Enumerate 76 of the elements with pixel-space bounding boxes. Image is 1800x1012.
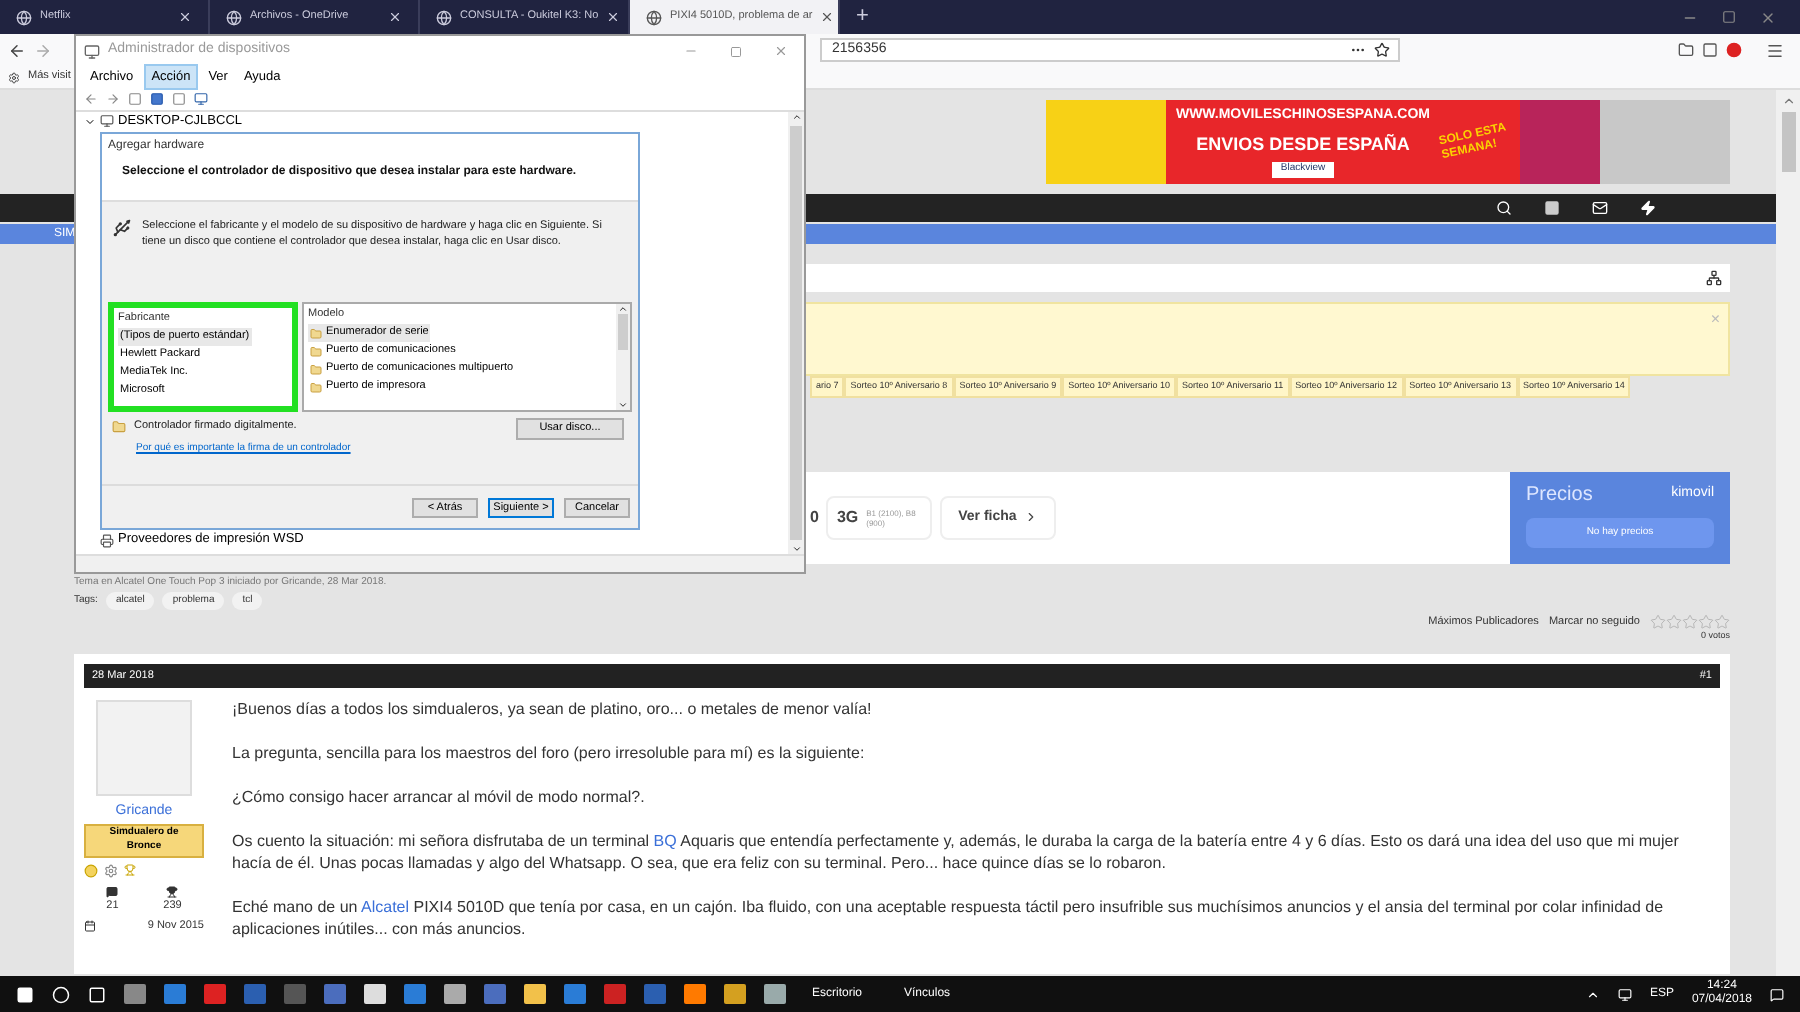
post-paragraph: La pregunta, sencilla para los maestros del foro (pero irresoluble para mí) es la siguiente: bbox=[232, 742, 867, 764]
close-icon[interactable] bbox=[1760, 9, 1776, 25]
close-icon[interactable] bbox=[820, 10, 835, 24]
maximize-icon[interactable] bbox=[1722, 10, 1736, 24]
scroll-up-icon[interactable] bbox=[1781, 94, 1795, 108]
trophy-icon bbox=[124, 863, 136, 875]
spec-value: 0 bbox=[810, 505, 819, 530]
search-icon[interactable] bbox=[1496, 200, 1512, 216]
tab-favicon-icon bbox=[226, 9, 242, 25]
signed-driver-icon bbox=[112, 419, 126, 434]
expand-icon[interactable] bbox=[84, 115, 96, 128]
new-tab-button[interactable]: + bbox=[840, 0, 885, 34]
post-link[interactable]: BQ bbox=[653, 832, 677, 850]
mail-icon[interactable] bbox=[1592, 200, 1608, 216]
post-paragraph: ¿Cómo consigo hacer arrancar al móvil de modo normal?. bbox=[232, 786, 647, 808]
properties-icon[interactable] bbox=[128, 92, 142, 106]
star-icon[interactable] bbox=[1650, 614, 1666, 631]
star-icon[interactable] bbox=[1714, 614, 1730, 631]
driver-icon bbox=[310, 363, 322, 375]
prices-title: Precios bbox=[1526, 481, 1593, 510]
star-icon[interactable] bbox=[1374, 42, 1390, 58]
tree-scrollbar[interactable] bbox=[788, 112, 804, 554]
back-icon[interactable] bbox=[8, 41, 26, 59]
star-icon[interactable] bbox=[1682, 614, 1698, 631]
notification-icon[interactable] bbox=[1770, 987, 1784, 1001]
menu-icon[interactable] bbox=[1766, 41, 1784, 59]
bolt-icon[interactable] bbox=[1640, 200, 1656, 216]
tab-favicon-icon bbox=[16, 9, 32, 25]
scroll-up-icon[interactable] bbox=[791, 112, 801, 122]
star-icon[interactable] bbox=[1698, 614, 1714, 631]
banner-headline: ENVIOS DESDE ESPAÑA bbox=[1196, 131, 1410, 158]
driver-icon bbox=[310, 327, 322, 339]
driver-icon bbox=[310, 381, 322, 393]
help-icon[interactable] bbox=[150, 92, 164, 106]
rating-stars[interactable] bbox=[1650, 614, 1730, 631]
sitemap-icon[interactable] bbox=[1706, 270, 1722, 286]
scroll-down-icon[interactable] bbox=[791, 544, 801, 554]
sidebar-icon[interactable] bbox=[1702, 42, 1718, 58]
forward-icon[interactable] bbox=[34, 41, 52, 59]
scroll-down-icon[interactable] bbox=[618, 400, 628, 410]
computer-icon bbox=[84, 43, 100, 59]
settings-icon[interactable] bbox=[8, 71, 20, 83]
trophy-icon bbox=[166, 885, 179, 897]
tab-favicon-icon bbox=[436, 9, 452, 25]
list-scrollbar[interactable] bbox=[616, 304, 630, 410]
medal-icon bbox=[84, 863, 98, 877]
windows-logo-icon[interactable] bbox=[16, 985, 34, 1003]
post-paragraph: Eché mano de un Alcatel PIXI4 5010D que tenía por casa, en un cajón. Iba fluido, con una aceptable respuesta táctil pero insufrible sus muchísimos anuncios y el ansia del terminal por colar infinidad de aplicaciones inútiles... con más anuncios. bbox=[232, 896, 1666, 940]
monitor-icon[interactable] bbox=[194, 92, 208, 106]
network-icon[interactable] bbox=[1617, 987, 1632, 1001]
post-link[interactable]: Alcatel bbox=[361, 898, 410, 916]
gear-icon bbox=[104, 863, 118, 877]
computer-icon bbox=[100, 114, 114, 129]
avatar-placeholder bbox=[96, 700, 192, 796]
post-paragraph: ¡Buenos días a todos los simdualeros, ya sean de platino, oro... o metales de menor valía! bbox=[232, 698, 874, 720]
task-view-icon[interactable] bbox=[88, 985, 106, 1003]
hardware-icon bbox=[112, 218, 132, 238]
scroll-up-icon[interactable] bbox=[618, 304, 628, 314]
maximize-icon[interactable] bbox=[730, 45, 742, 57]
chevron-icon bbox=[1024, 510, 1039, 525]
extension-icon[interactable] bbox=[1726, 42, 1742, 58]
circle-icon[interactable] bbox=[52, 985, 70, 1003]
scroll-thumb[interactable] bbox=[1781, 112, 1795, 172]
page-scrollbar[interactable] bbox=[1776, 90, 1800, 976]
library-icon[interactable] bbox=[1678, 42, 1694, 58]
printer-icon bbox=[100, 533, 114, 548]
square-icon[interactable] bbox=[1544, 200, 1560, 216]
star-icon[interactable] bbox=[1666, 614, 1682, 631]
post-paragraph: Os cuento la situación: mi señora disfrutaba de un terminal BQ Aquaris que entendía perfectamente y, además, le duraba la carga de la batería entre 4 y 6 días. Esto os dará una idea del uso que mi mujer hacía de él. Unas pocas llamadas y algo del Whatsapp. O sea, que era feliz con su terminal. Pero... hace quince días se lo robaron. bbox=[232, 830, 1681, 874]
window-icon[interactable] bbox=[172, 92, 186, 106]
calendar-icon bbox=[84, 919, 96, 932]
forward-icon[interactable] bbox=[106, 92, 120, 106]
tab-favicon-icon bbox=[646, 9, 662, 25]
message-icon bbox=[106, 885, 119, 897]
driver-icon bbox=[310, 345, 322, 357]
tray-chevron-icon[interactable] bbox=[1585, 987, 1600, 1001]
